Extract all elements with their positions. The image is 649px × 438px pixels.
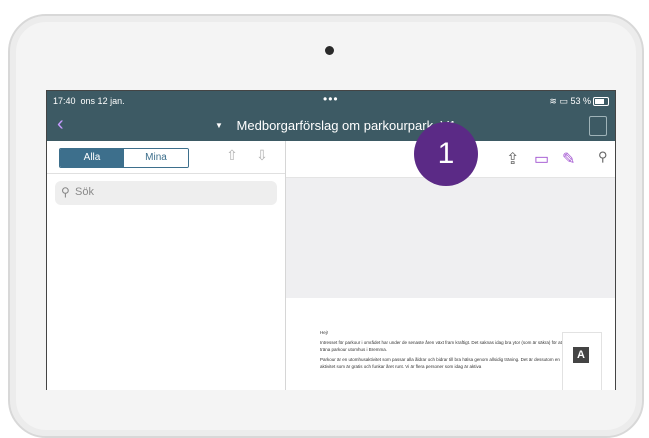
screen-icon: ▭	[559, 96, 568, 106]
doc-paragraph-2: Parkour är en utomhusaktivitet som passa…	[320, 357, 560, 369]
step-number-badge: 1	[414, 122, 478, 186]
screen: 17:40 ons 12 jan. ••• ≋ ▭ 53 % ‹ ▼ Medbo…	[46, 90, 616, 390]
segment-mine[interactable]: Mina	[124, 149, 188, 167]
divider	[47, 173, 285, 174]
battery-percent: 53 %	[570, 96, 591, 106]
text-format-icon[interactable]: A	[573, 347, 589, 363]
wifi-icon: ≋	[549, 96, 557, 106]
share-icon[interactable]: ⇪	[506, 149, 519, 169]
download-icon[interactable]: ⇩	[253, 147, 271, 165]
filter-segmented-control[interactable]: Alla Mina	[59, 148, 189, 168]
split-view-icon[interactable]	[589, 116, 607, 136]
battery-icon	[593, 97, 609, 106]
text-tool-panel[interactable]: A	[562, 332, 602, 390]
search-placeholder: Sök	[75, 186, 94, 198]
status-bar: 17:40 ons 12 jan. ••• ≋ ▭ 53 %	[47, 91, 615, 111]
status-time: 17:40 ons 12 jan.	[53, 96, 125, 106]
search-field[interactable]: ⚲ Sök	[55, 181, 277, 205]
caret-down-icon[interactable]: ▼	[215, 121, 223, 130]
page-background	[286, 178, 615, 298]
document-title[interactable]: ▼ Medborgarförslag om parkourpark_V1	[215, 118, 456, 133]
annotate-icon[interactable]: ✎	[562, 149, 575, 169]
document-page: Hej! Intresset för parkour i området har…	[320, 329, 570, 373]
nav-bar: ‹ ▼ Medborgarförslag om parkourpark_V1	[47, 111, 615, 141]
document-list-panel: Alla Mina ⇧ ⇩ ⚲ Sök	[47, 141, 286, 390]
doc-greeting: Hej!	[320, 330, 329, 335]
segment-all[interactable]: Alla	[60, 149, 124, 167]
search-icon[interactable]: ⚲	[598, 149, 608, 165]
camera	[325, 46, 334, 55]
doc-paragraph-1: Intresset för parkour i området har unde…	[320, 340, 564, 352]
back-chevron-icon[interactable]: ‹	[57, 113, 64, 136]
comments-icon[interactable]: ▭	[534, 149, 549, 169]
multitask-dots[interactable]: •••	[323, 92, 339, 106]
upload-icon[interactable]: ⇧	[223, 147, 241, 165]
search-icon: ⚲	[61, 185, 70, 199]
status-right: ≋ ▭ 53 %	[549, 96, 591, 107]
